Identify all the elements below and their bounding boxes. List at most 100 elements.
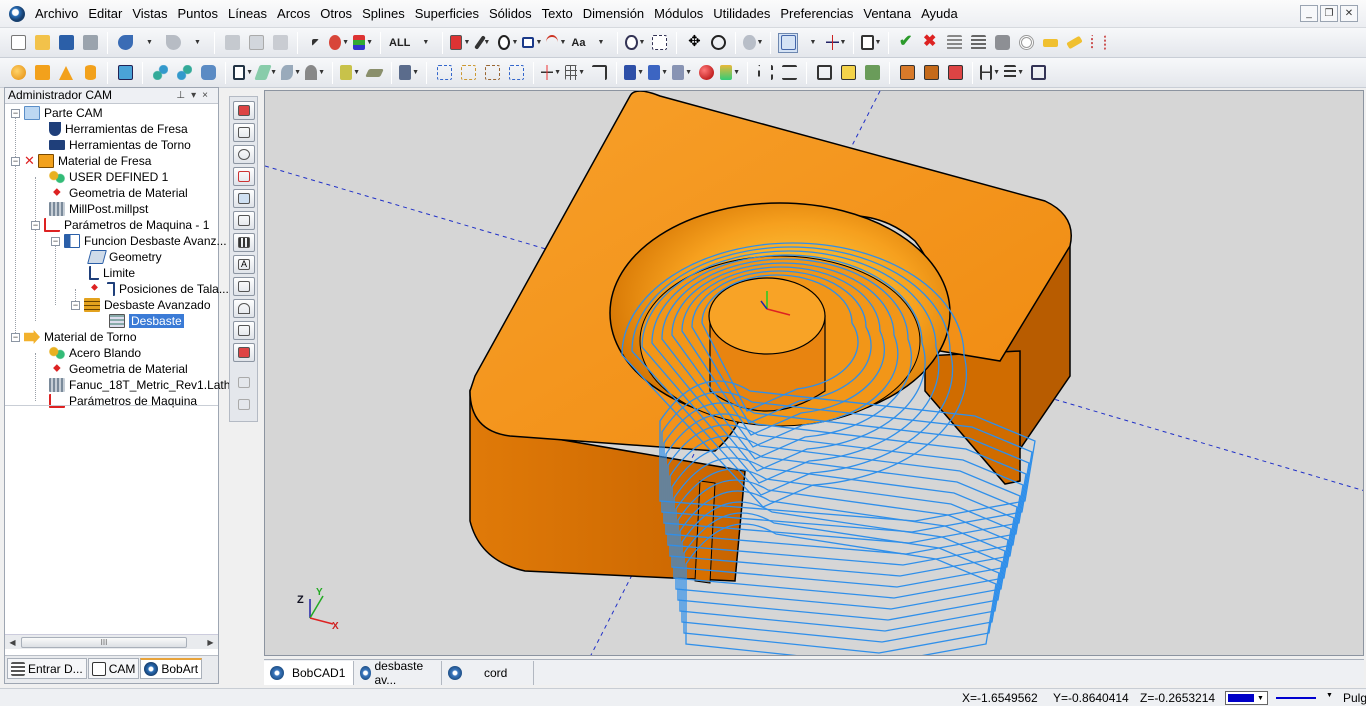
scroll-left-icon[interactable]: ◀ xyxy=(5,638,20,647)
tree-item-funcion-desbaste[interactable]: − Funcion Desbaste Avanz... xyxy=(51,233,227,249)
undo-dropdown[interactable]: ▼ xyxy=(139,33,159,53)
section-button[interactable] xyxy=(755,63,775,83)
cone-button[interactable] xyxy=(56,63,76,83)
menu-editar[interactable]: Editar xyxy=(83,0,127,28)
stock-button[interactable] xyxy=(115,63,135,83)
op-rough-button[interactable] xyxy=(233,299,255,318)
menu-puntos[interactable]: Puntos xyxy=(173,0,223,28)
workplane-button[interactable] xyxy=(838,63,858,83)
tree-item-fanuc-post[interactable]: Fanuc_18T_Metric_Rev1.Lathe xyxy=(49,377,237,393)
face-select-button[interactable]: ▼ xyxy=(233,63,253,83)
viewport-canvas[interactable]: Z Y X xyxy=(265,91,1364,656)
tree-item-geometry[interactable]: Geometry xyxy=(87,249,162,265)
op-disabled-1-button[interactable] xyxy=(233,373,255,392)
dimension-button[interactable] xyxy=(1064,33,1084,53)
open-file-button[interactable] xyxy=(32,33,52,53)
paste-button[interactable] xyxy=(270,33,290,53)
accept-button[interactable]: ✔ xyxy=(896,33,916,53)
dim-h-button[interactable] xyxy=(434,63,454,83)
rectangle-button[interactable]: ▼ xyxy=(522,33,542,53)
op-disabled-2-button[interactable] xyxy=(233,395,255,414)
snap-button[interactable] xyxy=(1088,33,1108,53)
tool-holder-button[interactable]: ▼ xyxy=(720,63,740,83)
thicken-button[interactable] xyxy=(364,63,384,83)
menu-ventana[interactable]: Ventana xyxy=(858,0,916,28)
dim-a-button[interactable] xyxy=(482,63,502,83)
tab-bobart[interactable]: BobArt xyxy=(140,658,203,679)
tree-item-acero-blando[interactable]: Acero Blando xyxy=(49,345,141,361)
pen-button[interactable]: ▼ xyxy=(474,33,494,53)
restore-icon[interactable]: ❐ xyxy=(1320,5,1338,22)
menu-vistas[interactable]: Vistas xyxy=(127,0,172,28)
tree-item-millpost[interactable]: MillPost.millpst xyxy=(49,201,148,217)
tree-item-material-fresa[interactable]: − ✕ Material de Fresa xyxy=(11,153,151,169)
point-style-button[interactable]: ▼ xyxy=(498,33,518,53)
tree-item-geometria-material[interactable]: ⬥ Geometria de Material xyxy=(53,185,188,201)
menu-superficies[interactable]: Superficies xyxy=(410,0,484,28)
minimize-icon[interactable]: _ xyxy=(1300,5,1318,22)
tree-item-desbaste[interactable]: Desbaste xyxy=(109,313,184,329)
box-solid-button[interactable] xyxy=(32,63,52,83)
crosshair-button[interactable]: ▼ xyxy=(541,63,561,83)
menu-modulos[interactable]: Módulos xyxy=(649,0,708,28)
boolean-add-button[interactable] xyxy=(150,63,170,83)
sim2-button[interactable] xyxy=(921,63,941,83)
layer-button[interactable]: ▼ xyxy=(353,33,373,53)
corner-button[interactable] xyxy=(589,63,609,83)
tree-item-herramientas-torno[interactable]: Herramientas de Torno xyxy=(49,137,191,153)
render-button[interactable] xyxy=(696,63,716,83)
list-button[interactable] xyxy=(944,33,964,53)
align-button[interactable]: ▼ xyxy=(1004,63,1024,83)
tree-item-parametros-maquina-1[interactable]: − Parámetros de Maquina - 1 xyxy=(31,217,209,233)
menu-utilidades[interactable]: Utilidades xyxy=(708,0,775,28)
surface-button[interactable] xyxy=(992,33,1012,53)
tree-item-geometria-material-torno[interactable]: ⬥ Geometria de Material xyxy=(53,361,188,377)
coordinate-system-button[interactable]: ▼ xyxy=(826,33,846,53)
cancel-button[interactable]: ✖ xyxy=(920,33,940,53)
symmetry-button[interactable] xyxy=(779,63,799,83)
sim3-button[interactable] xyxy=(945,63,965,83)
rotate-view-button[interactable] xyxy=(708,33,728,53)
loft-button[interactable]: ▼ xyxy=(305,63,325,83)
sphere-button[interactable] xyxy=(8,63,28,83)
select-all-button[interactable]: ALL xyxy=(389,37,410,49)
dim-v-button[interactable] xyxy=(458,63,478,83)
text-button[interactable]: Aa xyxy=(571,37,585,49)
save-button[interactable] xyxy=(56,33,76,53)
op-pocket-button[interactable] xyxy=(233,145,255,164)
extrude-button[interactable]: ▼ xyxy=(254,63,277,83)
collapse-toggle[interactable]: − xyxy=(11,156,20,166)
view-orient-button[interactable]: ▼ xyxy=(743,33,763,53)
collapse-toggle[interactable]: − xyxy=(11,332,20,342)
boolean-subtract-button[interactable] xyxy=(174,63,194,83)
undo-button[interactable] xyxy=(115,33,135,53)
tab-entrar-datos[interactable]: Entrar D... xyxy=(7,658,87,679)
collapse-toggle[interactable]: − xyxy=(51,236,60,246)
zoom-window-button[interactable] xyxy=(649,33,669,53)
tree-item-herramientas-fresa[interactable]: Herramientas de Fresa xyxy=(49,121,188,137)
sim-button[interactable] xyxy=(897,63,917,83)
menu-texto[interactable]: Texto xyxy=(537,0,578,28)
text-dropdown[interactable]: ▼ xyxy=(590,33,610,53)
copy-button[interactable] xyxy=(246,33,266,53)
scroll-thumb[interactable]: III xyxy=(21,637,187,648)
windows-button[interactable] xyxy=(814,63,834,83)
solid-cube2-button[interactable]: ▼ xyxy=(648,63,668,83)
grid-snap-button[interactable]: ▼ xyxy=(565,63,585,83)
op-engrave-button[interactable] xyxy=(233,167,255,186)
op-advanced-button[interactable] xyxy=(233,343,255,362)
pattern-button[interactable]: ▼ xyxy=(399,63,419,83)
shell-button[interactable]: ▼ xyxy=(340,63,360,83)
menu-splines[interactable]: Splines xyxy=(357,0,410,28)
redo-dropdown[interactable]: ▼ xyxy=(187,33,207,53)
measure-button[interactable] xyxy=(1040,33,1060,53)
tree-item-desbaste-avanzado[interactable]: − Desbaste Avanzado xyxy=(71,297,211,313)
cylinder-button[interactable] xyxy=(80,63,100,83)
menu-archivo[interactable]: Archivo xyxy=(30,0,83,28)
op-drill-button[interactable] xyxy=(233,233,255,252)
solid-cube-button[interactable]: ▼ xyxy=(624,63,644,83)
menu-lineas[interactable]: Líneas xyxy=(223,0,272,28)
home-button[interactable] xyxy=(862,63,882,83)
collapse-toggle[interactable]: − xyxy=(71,300,80,310)
tree-item-parte-cam[interactable]: − Parte CAM xyxy=(11,105,103,121)
